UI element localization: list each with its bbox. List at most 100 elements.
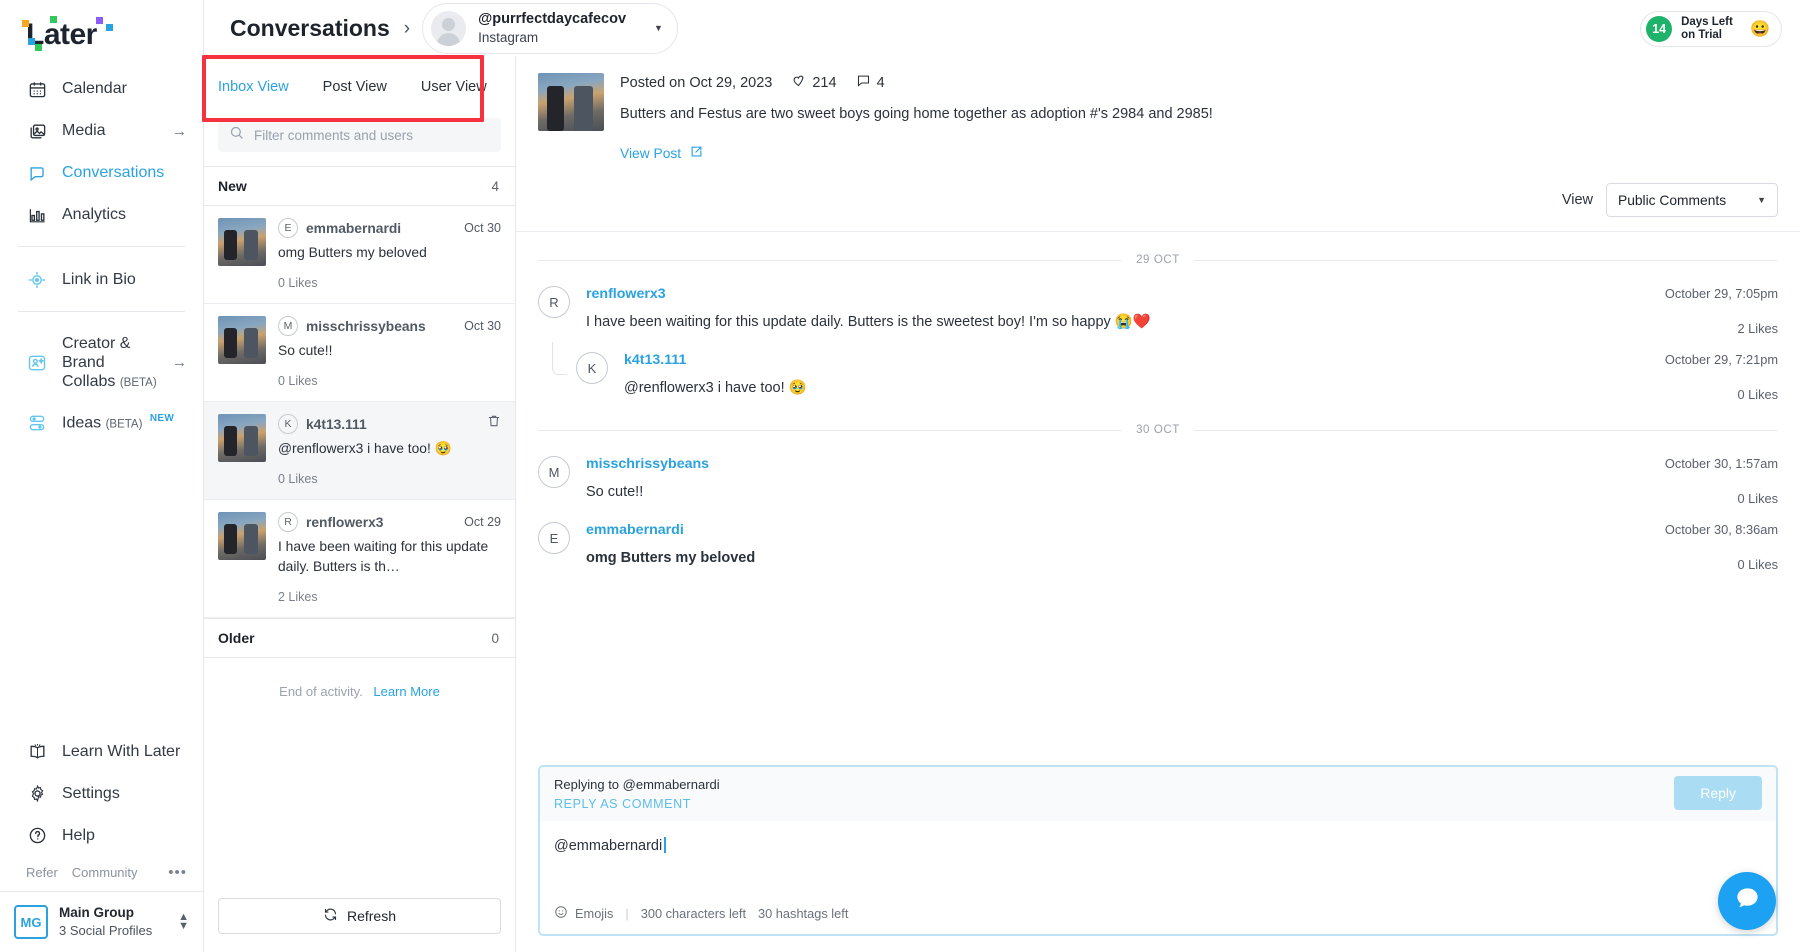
list-item[interactable]: M misschrissybeans Oct 30 So cute!! 0 Li… — [204, 304, 515, 402]
message-text: omg Butters my beloved — [586, 548, 1633, 568]
trial-badge[interactable]: 14 Days Left on Trial 😀 — [1640, 11, 1782, 47]
logo-square-green2 — [50, 16, 57, 23]
composer-input[interactable]: @emmabernardi — [540, 821, 1776, 895]
view-post-link[interactable]: View Post — [620, 144, 1213, 162]
sidebar-item-label: Help — [62, 826, 187, 845]
thread-message: K k4t13.111 @renflowerx3 i have too! 🥹 O… — [538, 336, 1778, 402]
inbox-panel: Inbox View Post View User View — [204, 57, 516, 952]
sidebar-divider-2 — [18, 311, 185, 312]
avatar: K — [278, 414, 298, 434]
account-switcher[interactable]: MG Main Group 3 Social Profiles ▲▼ — [0, 891, 203, 952]
list-item[interactable]: E emmabernardi Oct 30 omg Butters my bel… — [204, 206, 515, 304]
profile-info: @purrfectdaycafecov Instagram — [478, 10, 626, 46]
account-info: Main Group 3 Social Profiles — [59, 904, 152, 940]
learn-more-link[interactable]: Learn More — [373, 684, 439, 699]
thread[interactable]: 29 OCT R renflowerx3 I have been waiting… — [516, 232, 1800, 755]
avatar: K — [576, 352, 608, 384]
list-item[interactable]: R renflowerx3 Oct 29 I have been waiting… — [204, 500, 515, 618]
sidebar-item-settings[interactable]: Settings — [0, 772, 203, 814]
end-of-activity-text: End of activity. — [279, 684, 363, 699]
sidebar-item-analytics[interactable]: Analytics — [0, 194, 203, 236]
chat-support-button[interactable] — [1718, 872, 1776, 930]
account-profiles-count: 3 Social Profiles — [59, 922, 152, 940]
sidebar-item-label: Learn With Later — [62, 742, 187, 761]
day-separator: 30 OCT — [538, 402, 1778, 440]
post-thumbnail[interactable] — [538, 73, 604, 131]
sidebar-bottom-links: Refer Community ••• — [0, 856, 203, 891]
list-item[interactable]: K k4t13.111 @renflowerx3 i have too! 🥹 0… — [204, 402, 515, 500]
list-item-main: K k4t13.111 @renflowerx3 i have too! 🥹 0… — [278, 414, 501, 486]
primary-nav: Calendar Media → — [0, 66, 203, 236]
sidebar-item-help[interactable]: Help — [0, 814, 203, 856]
community-link[interactable]: Community — [72, 865, 138, 880]
refer-link[interactable]: Refer — [26, 865, 58, 880]
profile-selector[interactable]: @purrfectdaycafecov Instagram ▼ — [422, 3, 678, 53]
search-input[interactable] — [254, 128, 490, 143]
smiley-icon: 😀 — [1750, 19, 1770, 39]
calendar-icon — [26, 78, 48, 100]
message-body: k4t13.111 @renflowerx3 i have too! 🥹 — [624, 352, 1633, 402]
sidebar-item-link-in-bio[interactable]: Link in Bio — [0, 259, 203, 301]
refresh-button[interactable]: Refresh — [218, 898, 501, 934]
list-item-likes: 0 Likes — [278, 374, 501, 388]
message-username[interactable]: k4t13.111 — [624, 352, 1633, 368]
sidebar-item-label-ideas: Ideas (BETA) NEW — [62, 413, 187, 433]
more-options-icon[interactable]: ••• — [168, 864, 187, 881]
message-username[interactable]: emmabernardi — [586, 522, 1633, 538]
group-title: Older — [218, 630, 255, 646]
sidebar-item-collabs[interactable]: Creator & Brand Collabs (BETA) → — [0, 324, 203, 402]
tab-inbox-view[interactable]: Inbox View — [218, 75, 289, 99]
tab-post-view[interactable]: Post View — [323, 75, 387, 99]
separator-line — [1194, 260, 1778, 261]
avatar: R — [538, 286, 570, 318]
post-likes-count: 214 — [812, 75, 836, 91]
characters-left: 300 characters left — [641, 906, 746, 921]
message-text: So cute!! — [586, 482, 1633, 502]
avatar: M — [538, 456, 570, 488]
message-likes: 0 Likes — [1665, 491, 1778, 506]
post-thumbnail — [218, 218, 266, 266]
tab-user-view[interactable]: User View — [421, 75, 487, 99]
emoji-icon — [554, 905, 568, 922]
filter-box[interactable] — [218, 118, 501, 152]
reply-as-comment-link[interactable]: REPLY AS COMMENT — [554, 797, 720, 811]
logo[interactable]: Later — [0, 0, 203, 66]
breadcrumb-separator: › — [404, 18, 410, 40]
avatar: MG — [14, 905, 48, 939]
sidebar-item-learn-with-later[interactable]: Learn With Later — [0, 730, 203, 772]
message-meta: October 30, 8:36am 0 Likes — [1649, 522, 1778, 572]
sidebar-item-conversations[interactable]: Conversations — [0, 152, 203, 194]
list-item-user-row: K k4t13.111 — [278, 414, 501, 434]
logo-square-orange — [22, 20, 29, 27]
group-header-new: New 4 — [204, 166, 515, 206]
message-username[interactable]: misschrissybeans — [586, 456, 1633, 472]
ideas-icon — [26, 412, 48, 434]
emoji-button[interactable]: Emojis — [554, 905, 613, 922]
group-title: New — [218, 178, 247, 194]
reply-composer[interactable]: Replying to @emmabernardi REPLY AS COMME… — [538, 765, 1778, 936]
view-filter-value: Public Comments — [1618, 193, 1726, 208]
message-username[interactable]: renflowerx3 — [586, 286, 1633, 302]
reply-button[interactable]: Reply — [1674, 776, 1762, 810]
message-meta: October 29, 7:21pm 0 Likes — [1649, 352, 1778, 402]
list-item-likes: 2 Likes — [278, 590, 501, 604]
sidebar-item-ideas[interactable]: Ideas (BETA) NEW — [0, 402, 203, 444]
chevron-updown-icon[interactable]: ▲▼ — [178, 913, 189, 931]
sidebar-item-media[interactable]: Media → — [0, 110, 203, 152]
trash-icon[interactable] — [487, 414, 501, 431]
tertiary-nav: Creator & Brand Collabs (BETA) → Ideas (… — [0, 322, 203, 444]
conversation-list[interactable]: E emmabernardi Oct 30 omg Butters my bel… — [204, 206, 515, 886]
day-separator-label: 29 OCT — [1136, 254, 1180, 266]
view-tabs-wrap: Inbox View Post View User View — [204, 57, 515, 113]
view-filter-label: View — [1562, 192, 1593, 208]
avatar: R — [278, 512, 298, 532]
post-comments-count: 4 — [877, 75, 885, 91]
list-item-username: emmabernardi — [306, 221, 401, 236]
list-item-username: misschrissybeans — [306, 319, 426, 334]
logo-square-blue2 — [106, 24, 113, 31]
footer-divider: | — [625, 906, 628, 921]
sidebar-item-calendar[interactable]: Calendar — [0, 68, 203, 110]
beta-badge: (BETA) — [106, 418, 143, 430]
topbar: Conversations › @purrfectdaycafecov Inst… — [204, 0, 1800, 57]
view-filter-select[interactable]: Public Comments ▼ — [1606, 183, 1778, 217]
